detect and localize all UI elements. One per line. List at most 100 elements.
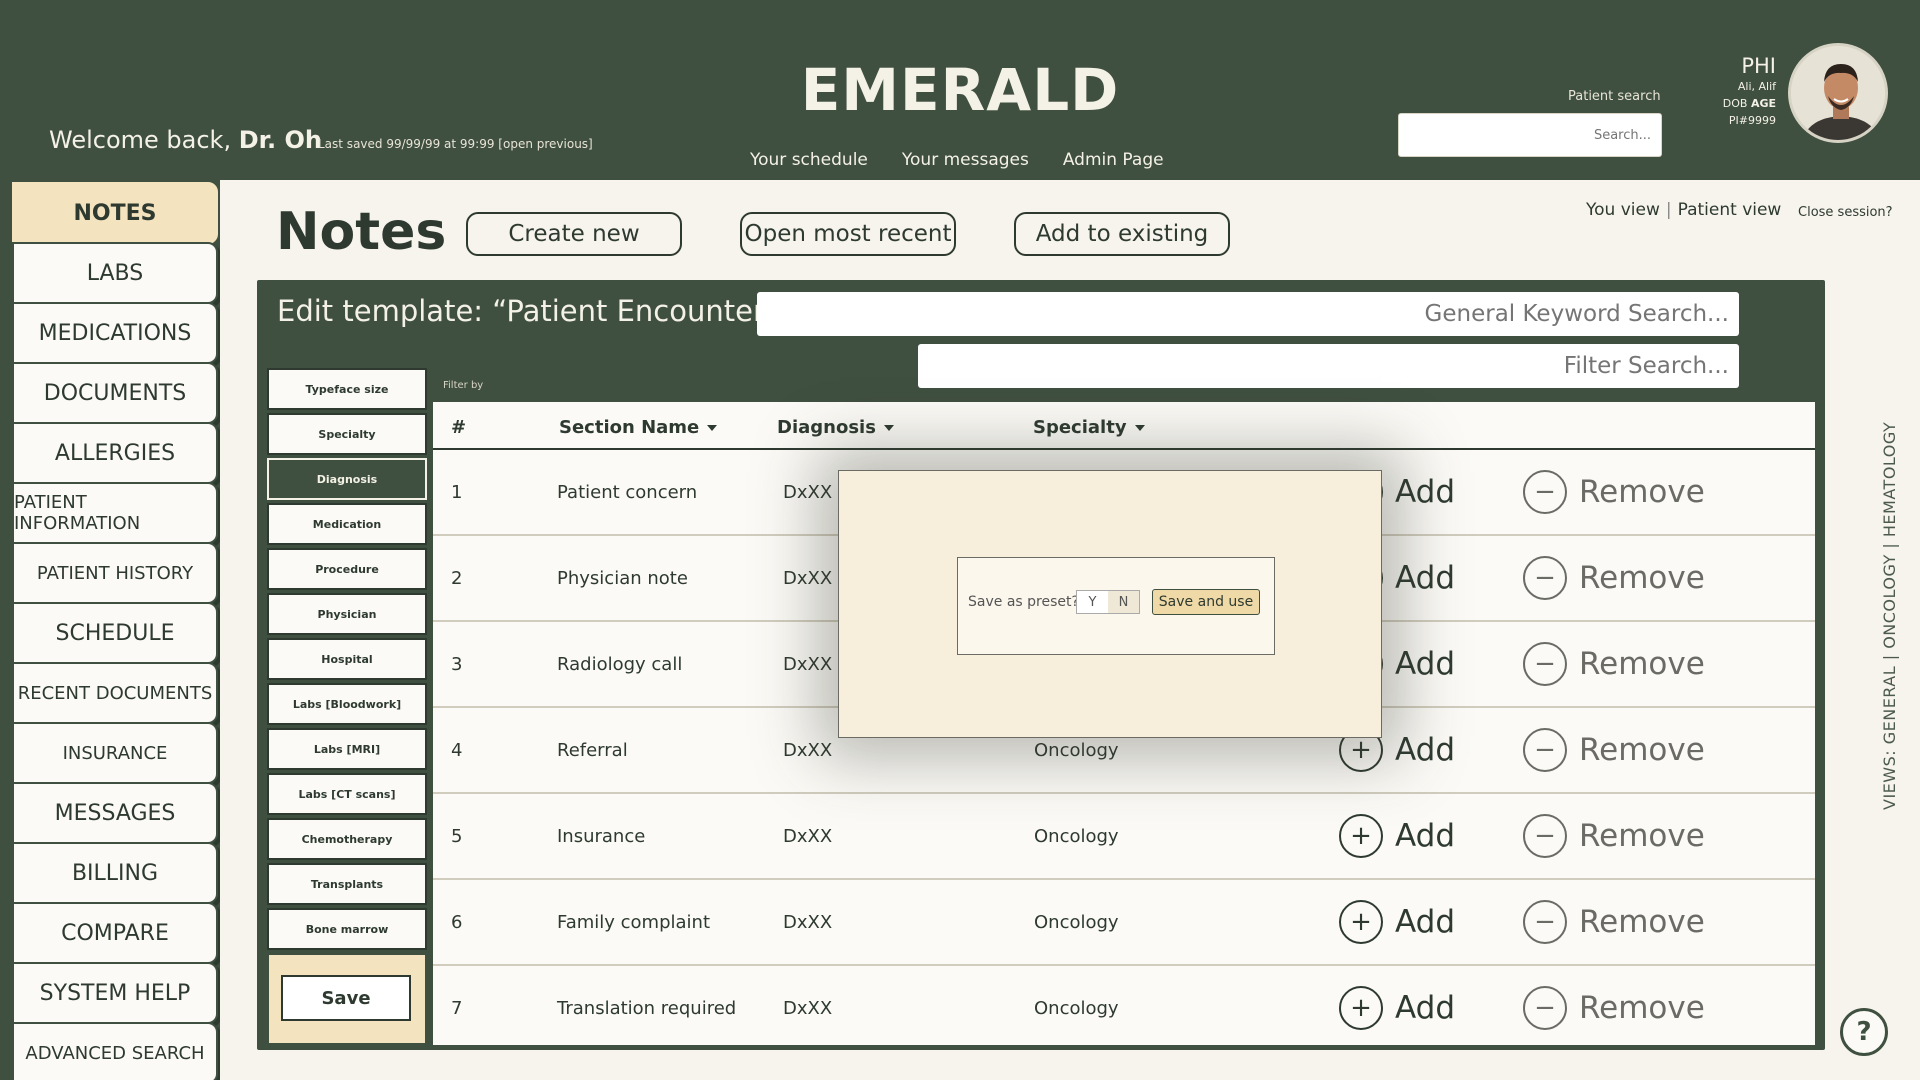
remove-button[interactable]: − Remove — [1523, 728, 1705, 772]
row-number: 5 — [451, 826, 463, 847]
avatar[interactable] — [1788, 43, 1888, 143]
remove-button[interactable]: − Remove — [1523, 986, 1705, 1030]
add-to-existing-button[interactable]: Add to existing — [1014, 212, 1230, 256]
filter-diagnosis[interactable]: Diagnosis — [267, 458, 427, 500]
row-number: 4 — [451, 740, 463, 761]
nav-your-schedule[interactable]: Your schedule — [750, 150, 868, 170]
add-button[interactable]: + Add — [1339, 986, 1455, 1030]
table-header: # Section Name Diagnosis Specialty — [433, 402, 1815, 450]
column-specialty[interactable]: Specialty — [1033, 417, 1145, 438]
remove-label: Remove — [1579, 646, 1705, 682]
preset-no-option[interactable]: N — [1108, 591, 1139, 613]
sidebar-item-patient-information[interactable]: PATIENT INFORMATION — [12, 482, 218, 544]
sidebar-item-schedule[interactable]: SCHEDULE — [12, 602, 218, 664]
add-label: Add — [1395, 990, 1456, 1026]
patient-search-input[interactable] — [1398, 113, 1662, 157]
add-label: Add — [1395, 646, 1456, 682]
minus-circle-icon: − — [1523, 986, 1567, 1030]
save-preset-dialog: Save as preset? Y N Save and use — [838, 470, 1382, 738]
table-row: 6 Family complaint DxXX Oncology + Add − R… — [433, 880, 1815, 966]
remove-label: Remove — [1579, 904, 1705, 940]
filter-specialty[interactable]: Specialty — [267, 413, 427, 455]
add-label: Add — [1395, 904, 1456, 940]
remove-button[interactable]: − Remove — [1523, 814, 1705, 858]
sidebar-item-insurance[interactable]: INSURANCE — [12, 722, 218, 784]
row-number: 2 — [451, 568, 463, 589]
table-row: 7 Translation required DxXX Oncology + Ad… — [433, 966, 1815, 1045]
minus-circle-icon: − — [1523, 728, 1567, 772]
remove-label: Remove — [1579, 990, 1705, 1026]
row-specialty: Oncology — [1034, 740, 1119, 761]
filter-search-input[interactable] — [918, 344, 1739, 388]
open-most-recent-button[interactable]: Open most recent — [740, 212, 956, 256]
filter-labs-mri[interactable]: Labs [MRI] — [267, 728, 427, 770]
caret-down-icon — [1134, 425, 1145, 431]
save-button[interactable]: Save — [281, 975, 411, 1021]
plus-circle-icon: + — [1339, 814, 1383, 858]
sidebar-item-advanced-search[interactable]: ADVANCED SEARCH — [12, 1022, 218, 1080]
column-section-name-label: Section Name — [559, 417, 700, 438]
column-section-name[interactable]: Section Name — [559, 417, 718, 438]
doctor-name: Dr. Oh — [238, 126, 322, 154]
remove-button[interactable]: − Remove — [1523, 900, 1705, 944]
sidebar-item-documents[interactable]: DOCUMENTS — [12, 362, 218, 424]
filter-typeface-size[interactable]: Typeface size — [267, 368, 427, 410]
row-section-name: Family complaint — [557, 912, 711, 933]
nav-admin-page[interactable]: Admin Page — [1063, 150, 1164, 170]
column-specialty-label: Specialty — [1033, 417, 1127, 438]
sidebar-item-allergies[interactable]: ALLERGIES — [12, 422, 218, 484]
filter-physician[interactable]: Physician — [267, 593, 427, 635]
template-title: Edit template: “Patient Encounter” — [277, 294, 782, 328]
remove-button[interactable]: − Remove — [1523, 556, 1705, 600]
you-view-toggle[interactable]: You view — [1586, 200, 1660, 220]
filter-labs-bloodwork[interactable]: Labs [Bloodwork] — [267, 683, 427, 725]
sidebar-item-messages[interactable]: MESSAGES — [12, 782, 218, 844]
phi-block: PHI Ali, Alif DOB AGE PI#9999 — [1716, 54, 1776, 129]
help-icon[interactable]: ? — [1840, 1008, 1888, 1056]
add-button[interactable]: + Add — [1339, 900, 1455, 944]
remove-button[interactable]: − Remove — [1523, 470, 1705, 514]
filter-hospital[interactable]: Hospital — [267, 638, 427, 680]
save-area: Save — [267, 953, 427, 1045]
caret-down-icon — [707, 425, 718, 431]
sidebar-item-medications[interactable]: MEDICATIONS — [12, 302, 218, 364]
sidebar-item-notes[interactable]: NOTES — [12, 182, 218, 244]
last-saved-status[interactable]: Last saved 99/99/99 at 99:99 [open previ… — [318, 137, 593, 151]
sidebar-item-patient-history[interactable]: PATIENT HISTORY — [12, 542, 218, 604]
row-specialty: Oncology — [1034, 826, 1119, 847]
sidebar-item-recent-documents[interactable]: RECENT DOCUMENTS — [12, 662, 218, 724]
save-and-use-button[interactable]: Save and use — [1152, 589, 1260, 615]
create-new-button[interactable]: Create new — [466, 212, 682, 256]
remove-button[interactable]: − Remove — [1523, 642, 1705, 686]
sidebar-item-compare[interactable]: COMPARE — [12, 902, 218, 964]
nav-your-messages[interactable]: Your messages — [902, 150, 1029, 170]
filter-bone-marrow[interactable]: Bone marrow — [267, 908, 427, 950]
row-section-name: Referral — [557, 740, 628, 761]
keyword-search-input[interactable] — [757, 292, 1739, 336]
views-label[interactable]: VIEWS: GENERAL | ONCOLOGY | HEMATOLOGY — [1880, 422, 1899, 810]
preset-yes-option[interactable]: Y — [1077, 591, 1108, 613]
row-section-name: Insurance — [557, 826, 646, 847]
filter-medication[interactable]: Medication — [267, 503, 427, 545]
minus-circle-icon: − — [1523, 470, 1567, 514]
add-button[interactable]: + Add — [1339, 814, 1455, 858]
filter-labs-ct-scans[interactable]: Labs [CT scans] — [267, 773, 427, 815]
row-diagnosis: DxXX — [783, 740, 833, 761]
remove-label: Remove — [1579, 560, 1705, 596]
row-section-name: Physician note — [557, 568, 688, 589]
sidebar-item-billing[interactable]: BILLING — [12, 842, 218, 904]
filter-transplants[interactable]: Transplants — [267, 863, 427, 905]
add-label: Add — [1395, 732, 1456, 768]
phi-title: PHI — [1741, 54, 1776, 78]
filter-chemotherapy[interactable]: Chemotherapy — [267, 818, 427, 860]
column-diagnosis[interactable]: Diagnosis — [777, 417, 894, 438]
patient-view-toggle[interactable]: Patient view — [1678, 200, 1782, 220]
close-session-link[interactable]: Close session? — [1798, 205, 1893, 220]
row-diagnosis: DxXX — [783, 998, 833, 1019]
filter-procedure[interactable]: Procedure — [267, 548, 427, 590]
sidebar-item-system-help[interactable]: SYSTEM HELP — [12, 962, 218, 1024]
row-section-name: Translation required — [557, 998, 737, 1019]
sidebar-item-labs[interactable]: LABS — [12, 242, 218, 304]
remove-label: Remove — [1579, 732, 1705, 768]
row-number: 3 — [451, 654, 463, 675]
